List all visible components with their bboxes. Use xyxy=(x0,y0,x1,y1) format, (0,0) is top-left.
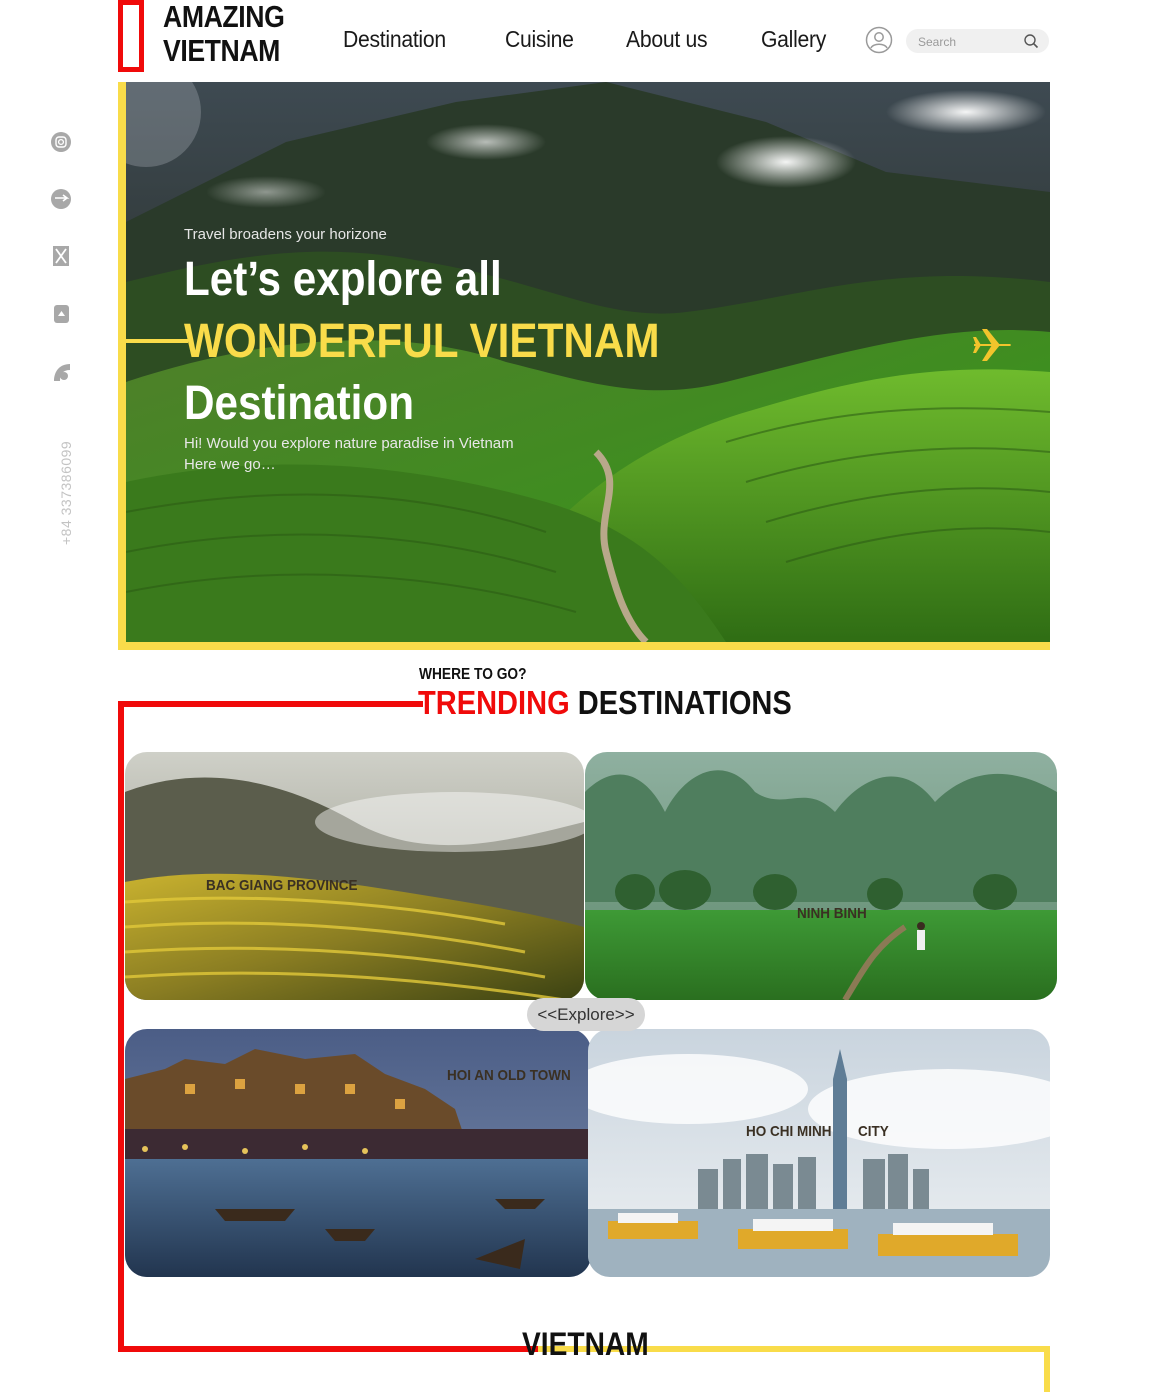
x-icon[interactable] xyxy=(50,245,72,267)
card-label-right: CITY xyxy=(858,1123,889,1140)
section-frame-right-accent xyxy=(1044,1346,1050,1392)
airplane-icon xyxy=(972,327,1012,363)
search-icon[interactable] xyxy=(1023,33,1039,49)
logo-mark xyxy=(118,0,144,72)
destination-card-bac-giang[interactable]: BAC GIANG PROVINCE xyxy=(125,752,584,1000)
hero-tagline: Travel broadens your horizone xyxy=(184,226,387,243)
hero-heading-line-3: Destination xyxy=(184,377,414,430)
card-label: BAC GIANG PROVINCE xyxy=(206,877,358,894)
pinterest-icon[interactable] xyxy=(50,188,72,210)
hero-frame-bottom xyxy=(118,642,1050,650)
destination-card-ho-chi-minh[interactable]: HO CHI MINH CITY xyxy=(588,1029,1050,1277)
card-label: HOI AN OLD TOWN xyxy=(447,1067,571,1084)
section-frame-left xyxy=(118,701,124,1352)
hero-heading-line-1: Let’s explore all xyxy=(184,253,502,306)
section-subtitle: WHERE TO GO? xyxy=(419,666,527,683)
phone-number[interactable]: +84 337386099 xyxy=(58,420,76,545)
brand-line-2: VIETNAM xyxy=(163,33,280,68)
search-bar[interactable] xyxy=(906,29,1049,55)
hero-description-line-1: Hi! Would you explore nature paradise in… xyxy=(184,435,514,452)
rss-icon[interactable] xyxy=(50,361,72,383)
card-label-left: HO CHI MINH xyxy=(746,1123,832,1140)
hero-description-line-2: Here we go… xyxy=(184,456,276,473)
section-title-accent: TRENDING xyxy=(418,684,570,721)
nav-gallery[interactable]: Gallery xyxy=(761,26,826,53)
footer-title: VIETNAM xyxy=(522,1326,649,1362)
hero-frame-left xyxy=(118,82,126,650)
instagram-icon[interactable] xyxy=(50,131,72,153)
brand-line-1: AMAZING xyxy=(163,0,285,34)
hero-accent-line xyxy=(126,339,188,343)
search-input[interactable] xyxy=(916,29,1020,55)
nav-cuisine[interactable]: Cuisine xyxy=(505,26,574,53)
section-title-rest: DESTINATIONS xyxy=(577,684,792,721)
hero-description: Hi! Would you explore nature paradise in… xyxy=(184,433,514,475)
card-label: NINH BINH xyxy=(797,905,867,922)
nav-destination[interactable]: Destination xyxy=(343,26,446,53)
section-title: TRENDING DESTINATIONS xyxy=(418,684,792,722)
explore-button[interactable]: <<Explore>> xyxy=(527,998,645,1031)
destination-card-hoi-an[interactable]: HOI AN OLD TOWN xyxy=(125,1029,591,1277)
brand-logo[interactable]: AMAZING VIETNAM xyxy=(163,0,285,68)
section-frame-bottom xyxy=(118,1346,538,1352)
hero-heading-line-2: WONDERFUL VIETNAM xyxy=(184,315,660,368)
app-icon[interactable] xyxy=(50,303,72,325)
user-icon[interactable] xyxy=(865,26,893,54)
section-frame-top xyxy=(118,701,423,707)
destination-card-ninh-binh[interactable]: NINH BINH xyxy=(585,752,1057,1000)
nav-about-us[interactable]: About us xyxy=(626,26,708,53)
